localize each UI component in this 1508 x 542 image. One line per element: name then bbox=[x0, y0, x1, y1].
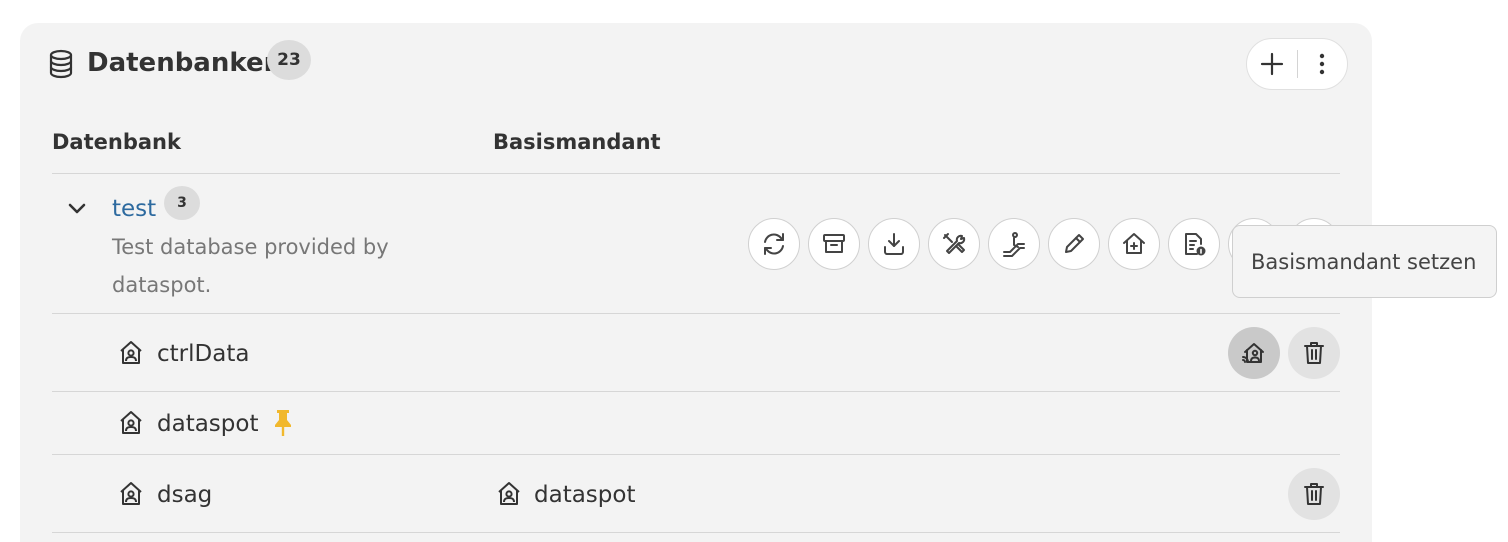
divider bbox=[52, 454, 1340, 455]
tools-icon bbox=[943, 233, 966, 254]
chevron-down-icon[interactable] bbox=[64, 197, 90, 221]
document-info-icon bbox=[1185, 233, 1206, 256]
header-actions bbox=[1246, 38, 1348, 90]
set-basis-tenant-button[interactable] bbox=[1228, 327, 1280, 379]
set-basis-tenant-icon bbox=[1242, 343, 1264, 363]
archive-button[interactable] bbox=[808, 218, 860, 270]
add-database-button[interactable] bbox=[1247, 39, 1297, 89]
database-name-link[interactable]: test bbox=[112, 194, 156, 224]
tenant-home-icon bbox=[120, 341, 142, 364]
sync-button[interactable] bbox=[748, 218, 800, 270]
tenant-count-badge: 3 bbox=[164, 186, 200, 220]
tenant-name[interactable]: ctrlData bbox=[157, 339, 249, 369]
basis-tenant-home-icon bbox=[498, 482, 520, 505]
pin-icon bbox=[275, 410, 291, 436]
delete-button[interactable] bbox=[1288, 468, 1340, 520]
basis-tenant-name[interactable]: dataspot bbox=[534, 480, 635, 510]
archive-icon bbox=[823, 234, 845, 253]
database-count-badge: 23 bbox=[267, 40, 311, 80]
column-header-datenbank[interactable]: Datenbank bbox=[52, 128, 181, 156]
escalator-icon bbox=[1003, 232, 1025, 257]
divider bbox=[52, 313, 1340, 314]
escalator-button[interactable] bbox=[988, 218, 1040, 270]
tools-button[interactable] bbox=[928, 218, 980, 270]
info-report-button[interactable] bbox=[1168, 218, 1220, 270]
divider bbox=[52, 173, 1340, 174]
database-description: Test database provided by dataspot. bbox=[112, 235, 389, 297]
tenant-name[interactable]: dataspot bbox=[157, 409, 258, 439]
more-options-button[interactable] bbox=[1297, 39, 1347, 89]
tooltip: Basismandant setzen bbox=[1232, 225, 1497, 298]
divider bbox=[52, 532, 1340, 533]
add-tenant-button[interactable] bbox=[1108, 218, 1160, 270]
database-icon bbox=[49, 49, 73, 79]
plus-icon bbox=[1260, 52, 1283, 76]
trash-icon bbox=[1304, 342, 1324, 364]
divider bbox=[52, 391, 1340, 392]
sync-icon bbox=[764, 233, 784, 255]
tenant-name[interactable]: dsag bbox=[157, 480, 212, 510]
edit-button[interactable] bbox=[1048, 218, 1100, 270]
trash-icon bbox=[1304, 483, 1324, 505]
pencil-icon bbox=[1065, 234, 1084, 253]
download-icon bbox=[884, 233, 904, 255]
kebab-menu-icon bbox=[1320, 53, 1325, 75]
tenant-home-icon bbox=[120, 411, 142, 434]
column-header-basismandant[interactable]: Basismandant bbox=[493, 128, 661, 156]
home-plus-icon bbox=[1123, 233, 1145, 254]
tenant-home-icon bbox=[120, 482, 142, 505]
download-button[interactable] bbox=[868, 218, 920, 270]
panel-title: Datenbanken bbox=[87, 48, 283, 78]
delete-button[interactable] bbox=[1288, 327, 1340, 379]
